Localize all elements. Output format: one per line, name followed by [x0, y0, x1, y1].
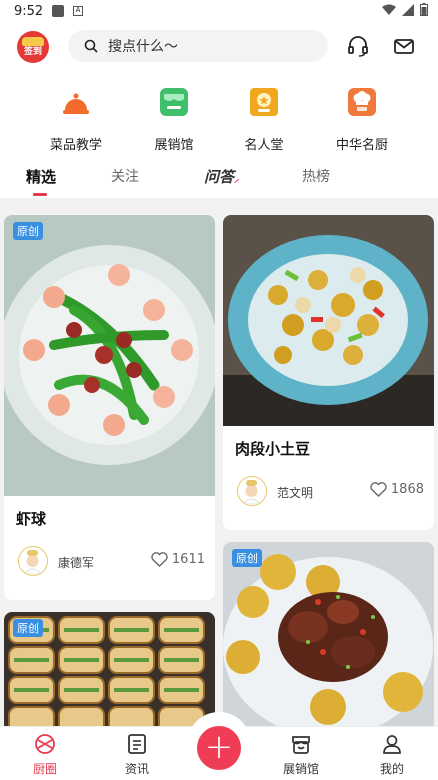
- search-icon: [84, 39, 98, 53]
- chef-avatar-icon: [22, 550, 43, 575]
- tabbar-item-me[interactable]: 我的: [362, 733, 422, 777]
- avatar[interactable]: [237, 476, 267, 506]
- like-count: 1868: [390, 482, 424, 497]
- original-badge: 原创: [232, 549, 262, 567]
- like-button[interactable]: 1868: [370, 482, 424, 497]
- feed-card[interactable]: 肉段小土豆 范文明 1868: [223, 215, 434, 530]
- chef-avatar-icon: [241, 480, 262, 505]
- tabbar-item-showroom[interactable]: 展销馆: [271, 733, 331, 777]
- tab-qa[interactable]: 问答⸝: [204, 166, 239, 187]
- signal-icon: [402, 3, 414, 16]
- dish-photo: [223, 215, 434, 426]
- headset-icon[interactable]: [347, 35, 369, 57]
- plus-icon: +: [204, 727, 234, 767]
- category-hall-of-fame[interactable]: 名人堂: [219, 86, 309, 153]
- tab-qa-label: 问答: [204, 168, 235, 186]
- mail-icon[interactable]: [393, 35, 415, 57]
- original-badge: 原创: [13, 619, 43, 637]
- tabbar-item-chef-circle[interactable]: 厨圈: [15, 733, 75, 777]
- author-name[interactable]: 康德军: [58, 554, 94, 571]
- search-placeholder: 搜点什么～: [108, 39, 178, 55]
- feed-card[interactable]: 原创 虾球 康德军 1611: [4, 215, 215, 600]
- tabbar-label: 厨圈: [32, 762, 57, 776]
- status-bar: 9:52 A: [0, 0, 438, 24]
- status-icons: [382, 3, 428, 16]
- heart-icon: [370, 482, 387, 497]
- news-icon: [128, 734, 146, 754]
- original-badge: 原创: [13, 222, 43, 240]
- chef-circle-icon: [35, 734, 55, 754]
- category-showroom[interactable]: 展销馆: [129, 86, 219, 153]
- category-label: 名人堂: [244, 138, 284, 153]
- chef-icon: [348, 88, 376, 116]
- tab-qa-spark-icon: ⸝: [234, 174, 240, 185]
- category-chinese-chefs[interactable]: 中华名厨: [317, 86, 407, 153]
- tab-following[interactable]: 关注: [111, 166, 139, 186]
- tabbar-label: 我的: [379, 762, 404, 776]
- heart-icon: [151, 552, 168, 567]
- active-tab-indicator: [33, 193, 47, 196]
- app-notification-icon: A: [73, 6, 83, 16]
- category-dish-teaching[interactable]: 菜品教学: [31, 86, 121, 153]
- feed-card[interactable]: 原创: [223, 542, 434, 732]
- tab-featured[interactable]: 精选: [26, 166, 56, 187]
- feed-tabs: 精选 关注 问答⸝ 热榜: [0, 162, 438, 198]
- publish-button[interactable]: +: [197, 726, 241, 770]
- author-name[interactable]: 范文明: [277, 484, 313, 501]
- like-count: 1611: [171, 552, 205, 567]
- app-header: 签到 搜点什么～: [0, 28, 438, 66]
- category-label: 中华名厨: [335, 138, 388, 153]
- like-button[interactable]: 1611: [151, 552, 205, 567]
- crown-icon: [22, 37, 44, 46]
- checkin-logo-button[interactable]: 签到: [17, 31, 49, 63]
- store-icon: [292, 736, 310, 754]
- search-input[interactable]: 搜点什么～: [68, 30, 328, 62]
- notification-icon: [52, 5, 64, 17]
- status-time: 9:52: [14, 4, 44, 19]
- dish-photo: [4, 215, 215, 496]
- tabbar-label: 资讯: [124, 762, 149, 776]
- battery-icon: [420, 3, 428, 16]
- tabbar-item-news[interactable]: 资讯: [107, 733, 167, 777]
- wifi-icon: [382, 4, 396, 15]
- top-section: 9:52 A 签到 搜点什么～ 菜品教学 展销馆 名人堂 中华名厨 精选 关注 …: [0, 0, 438, 198]
- medal-icon: [250, 88, 278, 116]
- checkin-label: 签到: [23, 47, 42, 57]
- category-row: 菜品教学 展销馆 名人堂 中华名厨: [0, 86, 438, 156]
- avatar[interactable]: [18, 546, 48, 576]
- dish-title: 虾球: [16, 510, 47, 528]
- store-icon: [160, 88, 188, 116]
- category-label: 展销馆: [154, 138, 194, 153]
- user-icon: [383, 735, 401, 754]
- tab-hot[interactable]: 热榜: [302, 166, 330, 186]
- dish-title: 肉段小土豆: [235, 440, 311, 458]
- cloche-icon: [63, 93, 89, 114]
- dish-photo: [223, 542, 434, 732]
- feed-card[interactable]: 原创: [4, 612, 215, 732]
- tabbar-label: 展销馆: [282, 762, 319, 776]
- category-label: 菜品教学: [49, 138, 102, 153]
